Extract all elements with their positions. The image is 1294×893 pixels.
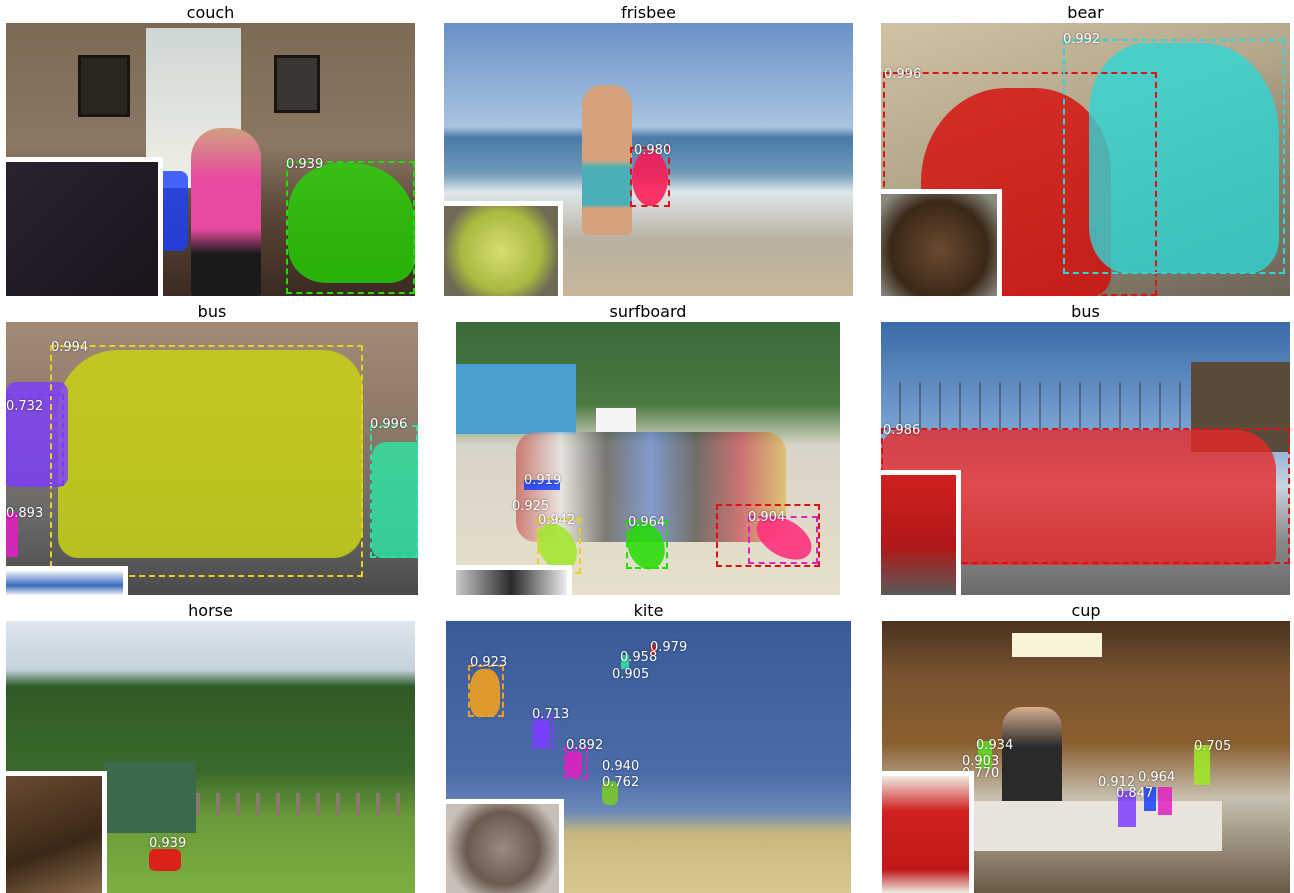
photo-horse: 0.939	[6, 621, 415, 893]
inset-crop	[6, 566, 128, 595]
score-label: 0.964	[628, 515, 666, 530]
score-label: 0.713	[532, 707, 570, 722]
score-label: 0.964	[1138, 770, 1176, 785]
counter	[942, 801, 1222, 851]
person	[1002, 707, 1062, 807]
inset-crop	[6, 157, 163, 296]
score-label: 0.958	[620, 650, 658, 665]
photo-bear: 0.996 0.992	[881, 23, 1290, 296]
inset-crop	[881, 189, 1002, 296]
photo-bus-2: 0.986	[881, 322, 1290, 595]
panel-title-bear: bear	[1067, 3, 1104, 22]
score-label: 0.925	[512, 499, 550, 514]
photo-frisbee: 0.980	[444, 23, 853, 296]
score-label: 0.923	[470, 655, 508, 670]
score-label: 0.994	[51, 340, 89, 355]
photo-kite: 0.979 0.958 0.905 0.923 0.713 0.892 0.94…	[446, 621, 851, 893]
inset-crop	[6, 771, 107, 893]
score-label: 0.942	[538, 513, 576, 528]
girl	[191, 128, 261, 296]
inset-crop	[881, 470, 961, 595]
building	[456, 364, 576, 434]
panel-title-cup: cup	[1071, 601, 1101, 620]
score-label: 0.939	[286, 157, 324, 172]
bbox	[1063, 39, 1285, 274]
score-label: 0.939	[149, 836, 187, 851]
score-label: 0.905	[612, 667, 650, 682]
inset-crop	[456, 565, 572, 595]
score-label: 0.934	[976, 738, 1014, 753]
score-label: 0.904	[748, 510, 786, 525]
photo-couch: 0.939	[6, 23, 415, 296]
photo-bus: 0.994 0.996 0.732 0.893	[6, 322, 418, 595]
score-label: 0.996	[370, 417, 408, 432]
score-label: 0.996	[884, 67, 922, 82]
score-label: 0.992	[1063, 32, 1101, 47]
panel-title-kite: kite	[633, 601, 664, 620]
ceiling-light	[1012, 633, 1102, 657]
tent	[596, 408, 636, 432]
score-label: 0.893	[6, 506, 44, 521]
panel-title-frisbee: frisbee	[621, 3, 676, 22]
score-label: 0.986	[883, 423, 921, 438]
child	[582, 85, 632, 235]
horse-mask-red	[149, 849, 181, 871]
bbox	[50, 345, 363, 577]
inset-crop	[446, 799, 564, 893]
inset-crop	[444, 201, 563, 296]
picture-frame	[78, 55, 130, 117]
score-label: 0.980	[634, 143, 672, 158]
score-label: 0.732	[6, 399, 44, 414]
score-label: 0.705	[1194, 739, 1232, 754]
panel-title-horse: horse	[188, 601, 233, 620]
inset-crop	[882, 771, 974, 893]
bbox	[468, 665, 504, 717]
barn	[104, 761, 196, 833]
photo-surfboard: 0.919 0.925 0.942 0.964 0.904	[456, 322, 840, 595]
bbox	[286, 161, 415, 294]
panel-title-bus-2: bus	[1071, 302, 1100, 321]
score-label: 0.892	[566, 738, 604, 753]
photo-cup: 0.934 0.903 0.770 0.705 0.912 0.847 0.96…	[882, 621, 1290, 893]
panel-title-couch: couch	[186, 3, 235, 22]
cup-mask-magenta	[1158, 787, 1172, 815]
score-label: 0.919	[524, 473, 562, 488]
fence	[196, 793, 415, 815]
picture-frame-2	[274, 55, 320, 113]
panel-title-surfboard: surfboard	[609, 302, 687, 321]
bbox	[370, 425, 418, 558]
score-label: 0.847	[1116, 786, 1154, 801]
score-label: 0.762	[602, 775, 640, 790]
score-label: 0.940	[602, 759, 640, 774]
panel-title-bus: bus	[197, 302, 227, 321]
